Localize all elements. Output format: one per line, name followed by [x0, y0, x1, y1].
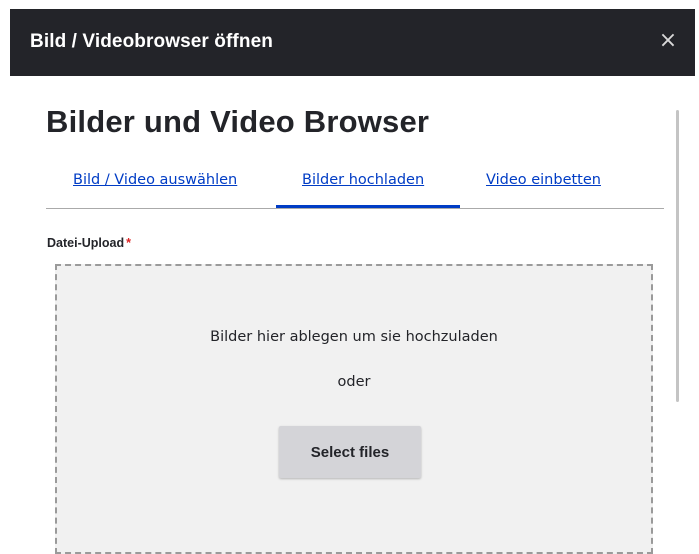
upload-dropzone[interactable]: Bilder hier ablegen um sie hochzuladen o… [55, 264, 653, 554]
tab-embed-video[interactable]: Video einbetten [486, 172, 601, 188]
tab-bar: Bild / Video auswählen Bilder hochladen … [46, 160, 664, 209]
dropzone-instructions: Bilder hier ablegen um sie hochzuladen [210, 329, 498, 345]
file-upload-label-text: Datei-Upload [47, 236, 125, 250]
required-marker: * [126, 236, 131, 250]
close-icon[interactable]: × [657, 30, 679, 53]
dialog-title: Bild / Videobrowser öffnen [30, 31, 273, 52]
active-tab-indicator [276, 205, 460, 208]
tab-select-media[interactable]: Bild / Video auswählen [73, 172, 237, 188]
tab-upload-images[interactable]: Bilder hochladen [302, 172, 424, 188]
file-upload-label: Datei-Upload * [47, 236, 131, 250]
dialog-titlebar: Bild / Videobrowser öffnen × [10, 9, 695, 76]
select-files-button[interactable]: Select files [279, 426, 421, 478]
vertical-scrollbar[interactable] [676, 110, 679, 402]
page-title: Bilder und Video Browser [46, 104, 430, 139]
dropzone-or-text: oder [337, 374, 371, 390]
